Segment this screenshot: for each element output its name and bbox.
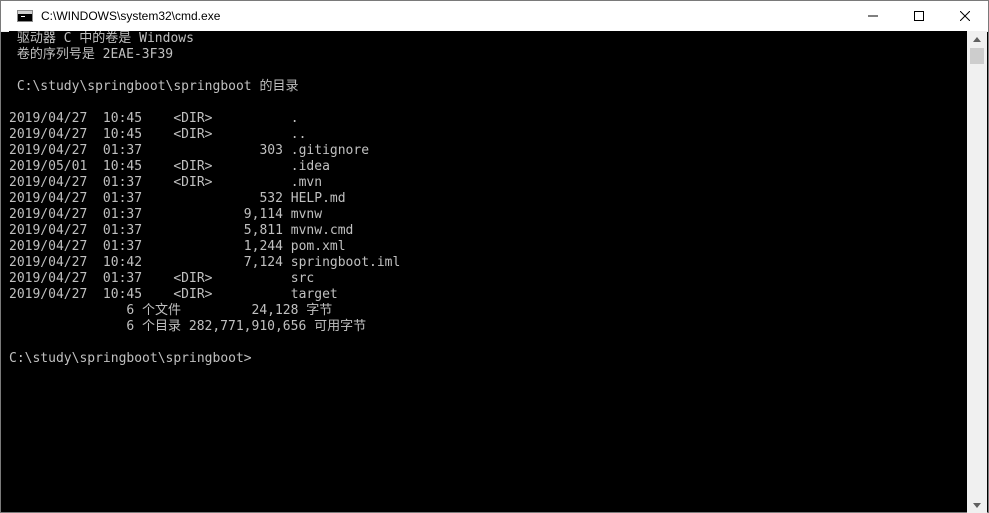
console-line: 2019/04/27 01:37 303 .gitignore	[9, 143, 370, 158]
scroll-thumb[interactable]	[970, 48, 984, 64]
console-line: 2019/04/27 10:45 <DIR> target	[9, 287, 338, 302]
console-line: 2019/04/27 10:45 <DIR> .	[9, 111, 299, 126]
console-line: 6 个目录 282,771,910,656 可用字节	[9, 319, 367, 334]
maximize-icon	[914, 11, 924, 21]
chevron-down-icon	[973, 502, 981, 508]
console-line: 2019/04/27 10:42 7,124 springboot.iml	[9, 255, 401, 270]
console-output[interactable]: 驱动器 C 中的卷是 Windows 卷的序列号是 2EAE-3F39 C:\s…	[9, 31, 968, 512]
console-line: 卷的序列号是 2EAE-3F39	[9, 47, 174, 62]
console-line: 6 个文件 24,128 字节	[9, 303, 333, 318]
minimize-button[interactable]	[850, 1, 896, 31]
window-title: C:\WINDOWS\system32\cmd.exe	[41, 9, 221, 23]
console-line: 2019/05/01 10:45 <DIR> .idea	[9, 159, 330, 174]
close-button[interactable]	[942, 1, 988, 31]
window-controls	[850, 1, 988, 31]
console-line: 2019/04/27 01:37 532 HELP.md	[9, 191, 346, 206]
scroll-down-button[interactable]	[967, 497, 987, 513]
maximize-button[interactable]	[896, 1, 942, 31]
vertical-scrollbar[interactable]	[967, 31, 987, 513]
console-line: 2019/04/27 01:37 1,244 pom.xml	[9, 239, 346, 254]
minimize-icon	[868, 15, 878, 17]
console-line: 2019/04/27 01:37 9,114 mvnw	[9, 207, 323, 222]
console-line: 2019/04/27 01:37 <DIR> src	[9, 271, 315, 286]
console-line: 驱动器 C 中的卷是 Windows	[9, 31, 194, 46]
console-line: C:\study\springboot\springboot 的目录	[9, 79, 299, 94]
console-line: 2019/04/27 10:45 <DIR> ..	[9, 127, 307, 142]
console-prompt: C:\study\springboot\springboot>	[9, 351, 252, 366]
scroll-up-button[interactable]	[967, 31, 987, 47]
cmd-app-icon[interactable]	[17, 10, 33, 22]
console-line: 2019/04/27 01:37 5,811 mvnw.cmd	[9, 223, 354, 238]
chevron-up-icon	[973, 36, 981, 42]
title-bar[interactable]: C:\WINDOWS\system32\cmd.exe	[1, 1, 988, 32]
cmd-window: C:\WINDOWS\system32\cmd.exe 驱动器 C 中的卷是 W…	[0, 0, 989, 513]
console-line: 2019/04/27 01:37 <DIR> .mvn	[9, 175, 323, 190]
close-icon	[960, 11, 970, 21]
